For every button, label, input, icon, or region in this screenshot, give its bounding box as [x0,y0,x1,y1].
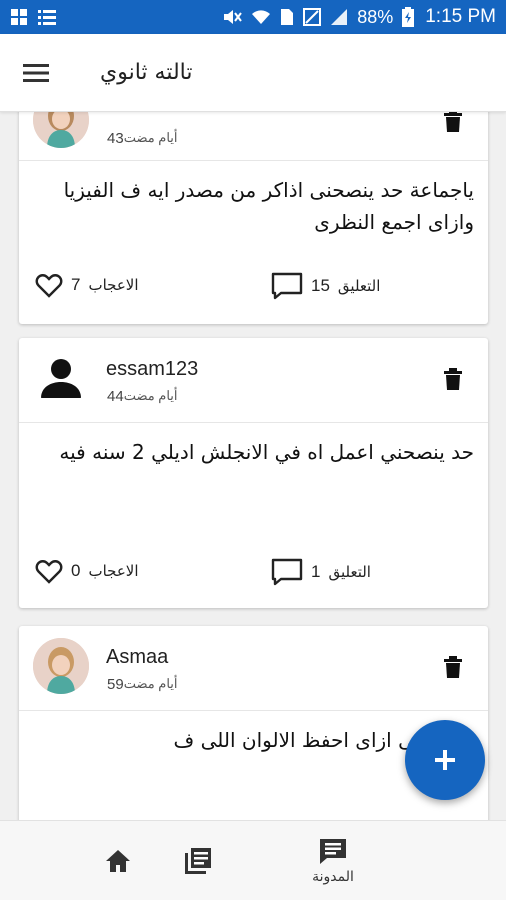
heart-outline-icon [35,560,63,584]
comment-button[interactable]: 1 التعليق [271,558,371,586]
post-time: 44 أيام مضت [107,388,178,405]
nav-home[interactable] [90,821,146,900]
sim-icon [280,8,294,26]
delete-button[interactable] [442,654,464,680]
post-card: Asmaa 59 أيام مضت ة قولولى ازاى احفظ الال… [19,626,488,820]
menu-button[interactable] [0,34,72,112]
post-header: 43 أيام مضت [19,112,488,160]
post-card: essam123 44 أيام مضت حد ينصحني اعمل اه في… [19,338,488,608]
battery-percent: 88% [357,6,394,27]
battery-charging-icon [402,7,415,27]
avatar[interactable] [33,350,89,406]
nav-blog[interactable]: المدونة [296,821,370,900]
comment-label: التعليق [337,277,381,295]
hamburger-menu-icon [23,63,49,82]
trash-icon [444,656,462,678]
like-label: الاعجاب [88,562,139,580]
divider [19,160,488,161]
library-books-icon [185,848,211,874]
avatar[interactable] [33,638,89,694]
like-label: الاعجاب [88,276,139,294]
username[interactable]: Asmaa [106,646,168,669]
post-time: 59 أيام مضت [107,676,178,693]
grid-notification-icon [10,8,28,26]
add-post-button[interactable] [405,720,485,800]
username[interactable]: essam123 [106,358,198,381]
post-card: 43 أيام مضت ياجماعة حد ينصحنى اذاكر من مص… [19,112,488,324]
like-count: 7 [71,275,81,294]
mute-icon [222,8,243,26]
wifi-icon [251,8,271,26]
post-time: 43 أيام مضت [107,130,178,147]
status-time: 1:15 PM [425,6,496,27]
home-icon [106,850,130,872]
delete-button[interactable] [442,112,464,134]
heart-outline-icon [35,274,63,298]
status-bar: 88% 1:15 PM [0,0,506,34]
avatar[interactable] [33,112,89,148]
divider [19,422,488,423]
comment-button[interactable]: 15 التعليق [271,272,380,300]
plus-icon [435,750,455,770]
post-text[interactable]: حد ينصحني اعمل اه في الانجلش اديلي 2 سنه… [34,436,474,468]
comment-label: التعليق [328,563,371,581]
list-notification-icon [37,8,57,26]
bottom-navigation: المدونة [0,820,506,900]
trash-icon [444,368,462,390]
comment-count: 15 [311,276,330,295]
blog-icon [320,839,346,864]
like-count: 0 [71,561,81,580]
delete-button[interactable] [442,366,464,392]
post-text[interactable]: ياجماعة حد ينصحنى اذاكر من مصدر ايه ف ال… [34,174,474,238]
comment-icon [271,558,303,586]
nav-library[interactable] [170,821,226,900]
signal-icon [330,8,348,26]
divider [19,710,488,711]
post-feed[interactable]: 43 أيام مضت ياجماعة حد ينصحنى اذاكر من مص… [0,112,506,820]
like-button[interactable]: 7 الاعجاب [35,272,139,298]
post-header: Asmaa 59 أيام مضت [19,626,488,706]
app-bar: تالته ثانوي [0,34,506,112]
post-header: essam123 44 أيام مضت [19,338,488,418]
no-sim-icon [303,8,322,26]
comment-icon [271,272,303,300]
comment-count: 1 [311,562,321,581]
trash-icon [444,112,462,132]
nav-blog-label: المدونة [312,869,354,885]
page-title: تالته ثانوي [100,60,193,85]
person-icon [41,359,81,398]
like-button[interactable]: 0 الاعجاب [35,558,139,584]
